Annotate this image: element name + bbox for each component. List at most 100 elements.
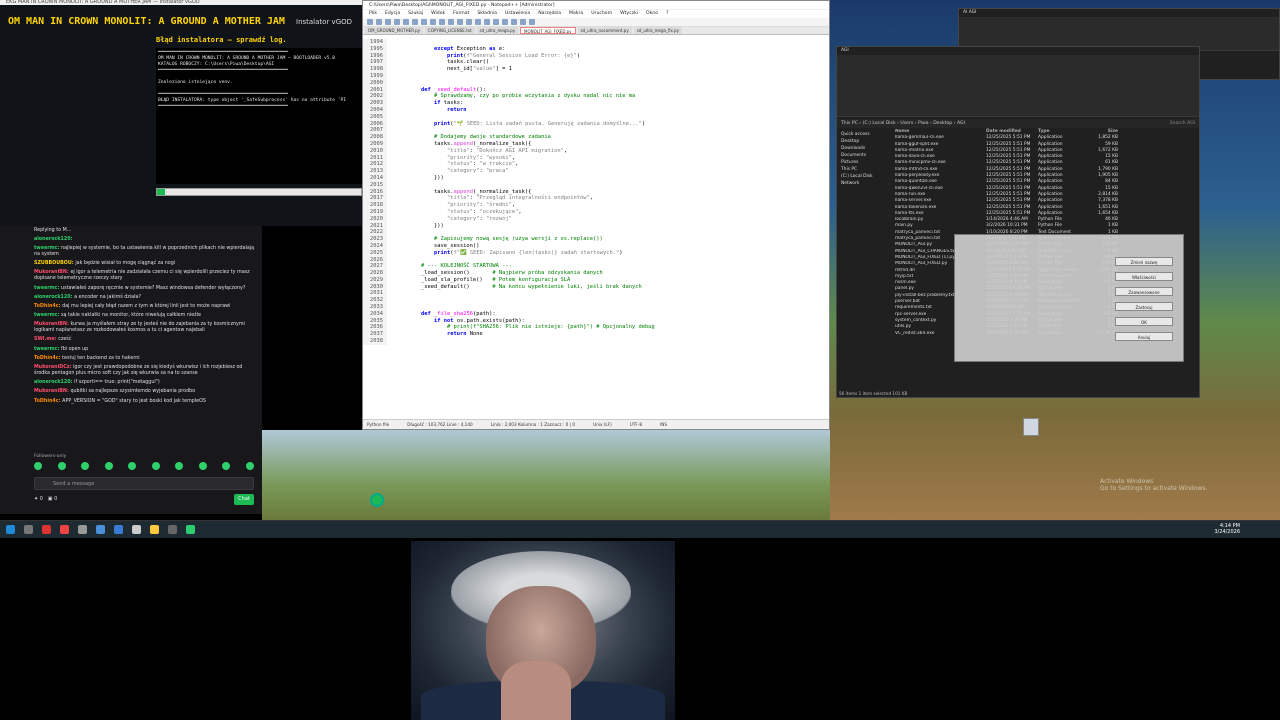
- chat-username[interactable]: SWI.me:: [34, 337, 58, 342]
- menu-item[interactable]: Makra: [569, 11, 583, 17]
- play-icon[interactable]: [529, 19, 535, 25]
- obs-record-icon[interactable]: [370, 493, 384, 507]
- chat-username[interactable]: ToDhin4c:: [34, 304, 62, 309]
- chat-username[interactable]: tweermc:: [34, 313, 61, 318]
- chat-username[interactable]: ToDhin4c:: [34, 356, 62, 361]
- record-icon[interactable]: [520, 19, 526, 25]
- chat-username[interactable]: SZUBBOUBOU:: [34, 261, 75, 266]
- nav-item[interactable]: Network: [841, 180, 883, 187]
- desktop-file-icon[interactable]: [1023, 418, 1039, 436]
- search-input[interactable]: Search AGI: [1170, 121, 1195, 126]
- emote-icon[interactable]: [198, 462, 207, 470]
- emote-bar[interactable]: [34, 462, 254, 471]
- chat-username[interactable]: ToDhin4c:: [34, 399, 62, 404]
- emote-icon[interactable]: [104, 462, 113, 470]
- nav-item[interactable]: Quick access: [841, 131, 883, 138]
- save-all-icon[interactable]: [394, 19, 400, 25]
- editor-tab[interactable]: sd_ultra_mega_fix.py: [633, 27, 683, 34]
- folder-icon[interactable]: [150, 525, 159, 534]
- close-icon[interactable]: [403, 19, 409, 25]
- cut-icon[interactable]: [421, 19, 427, 25]
- menu-item[interactable]: Format: [453, 11, 469, 17]
- code-editor[interactable]: 1994 1995 except Exception as e: 1996 prin…: [363, 39, 829, 416]
- emote-icon[interactable]: [128, 462, 137, 470]
- nav-item[interactable]: Documents: [841, 152, 883, 159]
- chat-input[interactable]: Send a message: [34, 477, 254, 490]
- chat-username[interactable]: alonerock120:: [34, 380, 74, 385]
- vscode-icon[interactable]: [114, 525, 123, 534]
- editor-tab[interactable]: COPYING_LICENSE.txt: [425, 27, 475, 34]
- chat-username[interactable]: tweermc:: [34, 246, 61, 251]
- menu-item[interactable]: Narzędzia: [538, 11, 561, 17]
- undo-icon[interactable]: [448, 19, 454, 25]
- copy-icon[interactable]: [430, 19, 436, 25]
- bits-icon[interactable]: ✦: [34, 496, 38, 502]
- open-icon[interactable]: [376, 19, 382, 25]
- menu-item[interactable]: Edycja: [385, 11, 400, 17]
- dialog-button[interactable]: Zaawansowane: [1115, 287, 1173, 296]
- save-icon[interactable]: [385, 19, 391, 25]
- zoom-out-icon[interactable]: [493, 19, 499, 25]
- taskbar-clock[interactable]: 4:14 PM 3/24/2026: [1214, 523, 1240, 535]
- zoom-in-icon[interactable]: [484, 19, 490, 25]
- search-icon[interactable]: [24, 525, 33, 534]
- chat-username[interactable]: alonerock120:: [34, 237, 72, 242]
- chat-username[interactable]: tweermc:: [34, 347, 61, 352]
- nav-item[interactable]: Desktop: [841, 138, 883, 145]
- browser-icon[interactable]: [42, 525, 51, 534]
- menu-item[interactable]: Uruchom: [591, 11, 612, 17]
- editor-tab[interactable]: sd_ultra_mega.py: [476, 27, 519, 34]
- chat-send-button[interactable]: Chat: [234, 494, 254, 505]
- dialog-button[interactable]: Zastosuj: [1115, 302, 1173, 311]
- dialog-button[interactable]: Właściwości: [1115, 272, 1173, 281]
- replace-icon[interactable]: [475, 19, 481, 25]
- emote-icon[interactable]: [81, 462, 90, 470]
- obs-icon[interactable]: [186, 525, 195, 534]
- chat-username[interactable]: MukoraniBN:: [34, 389, 70, 394]
- print-icon[interactable]: [412, 19, 418, 25]
- emote-icon[interactable]: [34, 462, 42, 470]
- chat-username[interactable]: tweermc:: [34, 286, 61, 291]
- notepad-window[interactable]: C:\Users\Piwa\Desktop\AGI\MONOLIT_AGI_FI…: [362, 0, 830, 430]
- notepad-icon[interactable]: [96, 525, 105, 534]
- nav-item[interactable]: Pictures: [841, 159, 883, 166]
- nav-item[interactable]: (C:) Local Disk: [841, 173, 883, 180]
- emote-icon[interactable]: [245, 462, 254, 470]
- chat-username[interactable]: MukoraniDCz:: [34, 365, 73, 370]
- app-icon[interactable]: [78, 525, 87, 534]
- redo-icon[interactable]: [457, 19, 463, 25]
- menu-item[interactable]: Okno: [646, 11, 658, 17]
- menu-item[interactable]: Plik: [369, 11, 377, 17]
- properties-dialog[interactable]: Zmień nazwę Właściwości Zaawansowane Zastos…: [954, 234, 1184, 362]
- emote-icon[interactable]: [57, 462, 66, 470]
- menu-item[interactable]: Widok: [431, 11, 445, 17]
- new-file-icon[interactable]: [367, 19, 373, 25]
- editor-tab[interactable]: MONOLIT_AGI_FIXED.py: [520, 27, 576, 34]
- find-icon[interactable]: [466, 19, 472, 25]
- emote-icon[interactable]: [222, 462, 231, 470]
- app-icon[interactable]: [132, 525, 141, 534]
- menu-item[interactable]: Składnia: [477, 11, 497, 17]
- nav-item[interactable]: Downloads: [841, 145, 883, 152]
- opera-icon[interactable]: [60, 525, 69, 534]
- indent-icon[interactable]: [511, 19, 517, 25]
- editor-tab[interactable]: OM_GROUND_MOTHER.py: [365, 27, 424, 34]
- emote-icon[interactable]: [175, 462, 184, 470]
- editor-tab[interactable]: sd_ultra_nocomment.py: [577, 27, 632, 34]
- nav-item[interactable]: This PC: [841, 166, 883, 173]
- chat-username[interactable]: MukoraniBN:: [34, 270, 70, 275]
- dialog-button[interactable]: Zmień nazwę: [1115, 257, 1173, 266]
- dialog-button[interactable]: OK: [1115, 317, 1173, 326]
- app-icon[interactable]: [168, 525, 177, 534]
- points-icon[interactable]: ▣: [48, 496, 53, 502]
- start-icon[interactable]: [6, 525, 15, 534]
- menu-item[interactable]: ?: [666, 11, 668, 17]
- menu-item[interactable]: Wtyczki: [620, 11, 638, 17]
- chat-username[interactable]: MukoraniBN:: [34, 322, 70, 327]
- emote-icon[interactable]: [151, 462, 160, 470]
- menu-item[interactable]: Szukaj: [408, 11, 423, 17]
- chat-username[interactable]: alonerock120:: [34, 295, 74, 300]
- dialog-button[interactable]: Anuluj: [1115, 332, 1173, 341]
- wrap-icon[interactable]: [502, 19, 508, 25]
- explorer-address-bar[interactable]: This PC › (C:) Local Disk › Users › Piwa…: [837, 119, 1199, 128]
